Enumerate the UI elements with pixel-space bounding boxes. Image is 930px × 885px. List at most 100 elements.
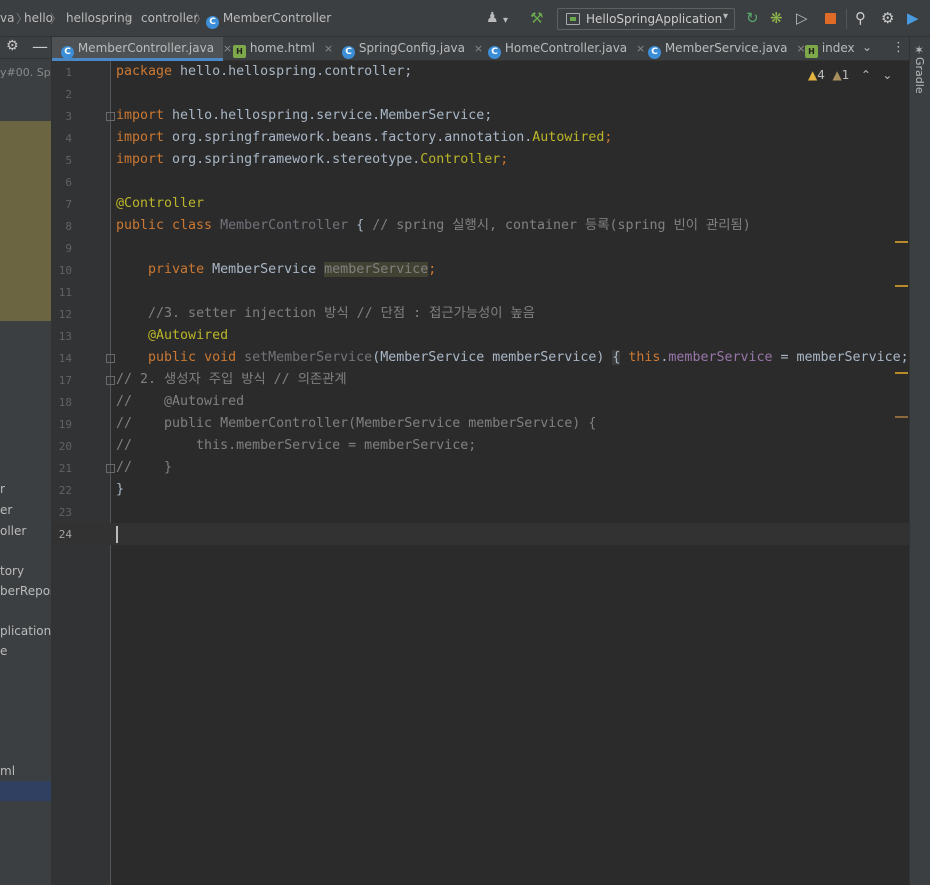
code-line: import hello.hellospring.service.MemberS… xyxy=(116,108,493,123)
right-tool-strip: ✶ Gradle xyxy=(909,37,930,885)
tree-item[interactable]: plication xyxy=(0,624,51,638)
tab-label: home.html xyxy=(249,41,315,55)
fold-marker-icon[interactable] xyxy=(106,354,115,363)
line-number: 22 xyxy=(58,484,72,497)
code-line: // @Autowired xyxy=(116,394,245,409)
code-editor[interactable] xyxy=(111,61,909,885)
line-number: 21 xyxy=(58,462,72,475)
fold-marker-icon[interactable] xyxy=(106,112,115,121)
code-line: // } xyxy=(116,460,173,475)
code-line: import org.springframework.beans.factory… xyxy=(116,130,613,145)
line-number: 9 xyxy=(65,242,72,255)
line-number: 11 xyxy=(58,286,72,299)
gear-icon[interactable]: ⚙ xyxy=(881,9,894,27)
breadcrumb-file[interactable]: C MemberController xyxy=(206,11,331,29)
minimize-icon[interactable]: — xyxy=(32,37,48,56)
line-number: 12 xyxy=(58,308,72,321)
code-line: package hello.hellospring.controller; xyxy=(116,64,413,79)
tree-item-selected[interactable] xyxy=(0,781,51,801)
user-icon[interactable]: ♟ xyxy=(486,9,499,27)
editor-tab-bar: C MemberController.java × H home.html × … xyxy=(52,37,909,61)
gradle-icon[interactable]: ✶ xyxy=(914,43,924,57)
tree-item[interactable]: ml xyxy=(0,764,15,778)
weak-warning-count: 1 xyxy=(841,68,850,82)
code-line: import org.springframework.stereotype.Co… xyxy=(116,152,509,167)
bug-icon[interactable]: ❋ xyxy=(770,9,783,27)
tab-springconfig[interactable]: C SpringConfig.java × xyxy=(333,37,483,61)
tab-index[interactable]: H index xyxy=(796,37,856,61)
current-line-highlight xyxy=(111,523,909,545)
text-caret xyxy=(116,526,118,543)
warning-icon: ▲ xyxy=(808,68,818,82)
code-line: // this.memberService = memberService; xyxy=(116,438,477,453)
error-stripe-mark[interactable] xyxy=(895,372,908,374)
project-tool-window: ⚙ — y#00. Spr r er oller tory berReposit… xyxy=(0,37,52,885)
fold-marker-icon[interactable] xyxy=(106,376,115,385)
tab-label: SpringConfig.java xyxy=(358,41,466,55)
tree-item[interactable]: e xyxy=(0,644,7,658)
error-stripe-mark[interactable] xyxy=(895,241,908,243)
warning-count: 4 xyxy=(817,68,825,82)
html-file-icon: H xyxy=(233,45,246,58)
code-line: public class MemberController { // sprin… xyxy=(116,218,751,233)
breadcrumb-item[interactable]: va xyxy=(0,11,14,25)
class-file-icon: C xyxy=(342,46,355,59)
application-icon xyxy=(566,13,580,25)
tree-item[interactable]: oller xyxy=(0,524,26,538)
chevron-right-icon: 〉 xyxy=(125,12,138,26)
breadcrumb-item[interactable]: hellospring xyxy=(66,11,132,25)
tab-label: MemberService.java xyxy=(664,41,788,55)
error-stripe-mark[interactable] xyxy=(895,285,908,287)
breadcrumb-item[interactable]: controller xyxy=(141,11,198,25)
close-icon[interactable]: × xyxy=(324,42,333,55)
chevron-down-icon[interactable]: ⌄ xyxy=(882,68,892,82)
line-number: 18 xyxy=(58,396,72,409)
tab-membercontroller[interactable]: C MemberController.java × xyxy=(52,37,232,61)
line-number: 7 xyxy=(65,198,72,211)
run-configuration-label: HelloSpringApplication xyxy=(586,12,723,26)
weak-warning-icon: ▲ xyxy=(832,68,842,82)
plugin-icon[interactable]: ▶ xyxy=(907,9,919,27)
tree-item[interactable]: r xyxy=(0,482,5,496)
chevron-down-icon[interactable]: ⌄ xyxy=(862,40,872,54)
stop-icon[interactable] xyxy=(825,13,836,24)
fold-marker-icon[interactable] xyxy=(106,464,115,473)
tree-item[interactable]: berReposito xyxy=(0,584,51,598)
line-number: 24 xyxy=(58,528,72,541)
gradle-tool-button[interactable]: Gradle xyxy=(913,57,926,94)
line-number: 13 xyxy=(58,330,72,343)
line-number: 4 xyxy=(65,132,72,145)
line-number: 2 xyxy=(65,88,72,101)
project-tree-highlight xyxy=(0,121,51,321)
html-file-icon: H xyxy=(805,45,818,58)
error-stripe-mark[interactable] xyxy=(895,416,908,418)
gear-icon[interactable]: ⚙ xyxy=(6,38,19,54)
hammer-icon[interactable]: ⚒ xyxy=(530,9,543,27)
run-configuration-select[interactable]: HelloSpringApplication ▾ xyxy=(557,8,735,30)
code-line: public void setMemberService(MemberServi… xyxy=(148,350,909,365)
tab-home-html[interactable]: H home.html × xyxy=(224,37,333,61)
coverage-icon[interactable]: ▷ xyxy=(796,9,808,27)
chevron-up-icon[interactable]: ⌃ xyxy=(861,68,871,82)
class-file-icon: C xyxy=(206,16,219,29)
tree-item[interactable]: tory xyxy=(0,564,24,578)
tab-label: index xyxy=(821,41,855,55)
tab-homecontroller[interactable]: C HomeController.java × xyxy=(479,37,645,61)
inspection-widget[interactable]: ▲4 ▲1 ⌃ ⌄ xyxy=(808,68,892,82)
rerun-icon[interactable]: ↻ xyxy=(746,9,759,27)
more-vertical-icon[interactable]: ⋮ xyxy=(892,40,905,55)
chevron-down-icon: ▾ xyxy=(722,11,728,22)
line-number: 3 xyxy=(65,110,72,123)
breadcrumb-item[interactable]: hello xyxy=(24,11,53,25)
line-number: 14 xyxy=(58,352,72,365)
project-path: y#00. Spr xyxy=(0,66,52,79)
tree-item[interactable]: er xyxy=(0,503,12,517)
user-dropdown-arrow[interactable]: ▾ xyxy=(503,12,508,30)
tab-label: HomeController.java xyxy=(504,41,628,55)
navigation-bar: va 〉 hello 〉 hellospring 〉 controller 〉 … xyxy=(0,0,930,37)
code-line: private MemberService memberService; xyxy=(148,262,437,277)
tab-memberservice[interactable]: C MemberService.java × xyxy=(639,37,806,61)
search-icon[interactable]: ⚲ xyxy=(855,9,866,27)
line-number: 19 xyxy=(58,418,72,431)
code-line: @Controller xyxy=(116,196,205,211)
